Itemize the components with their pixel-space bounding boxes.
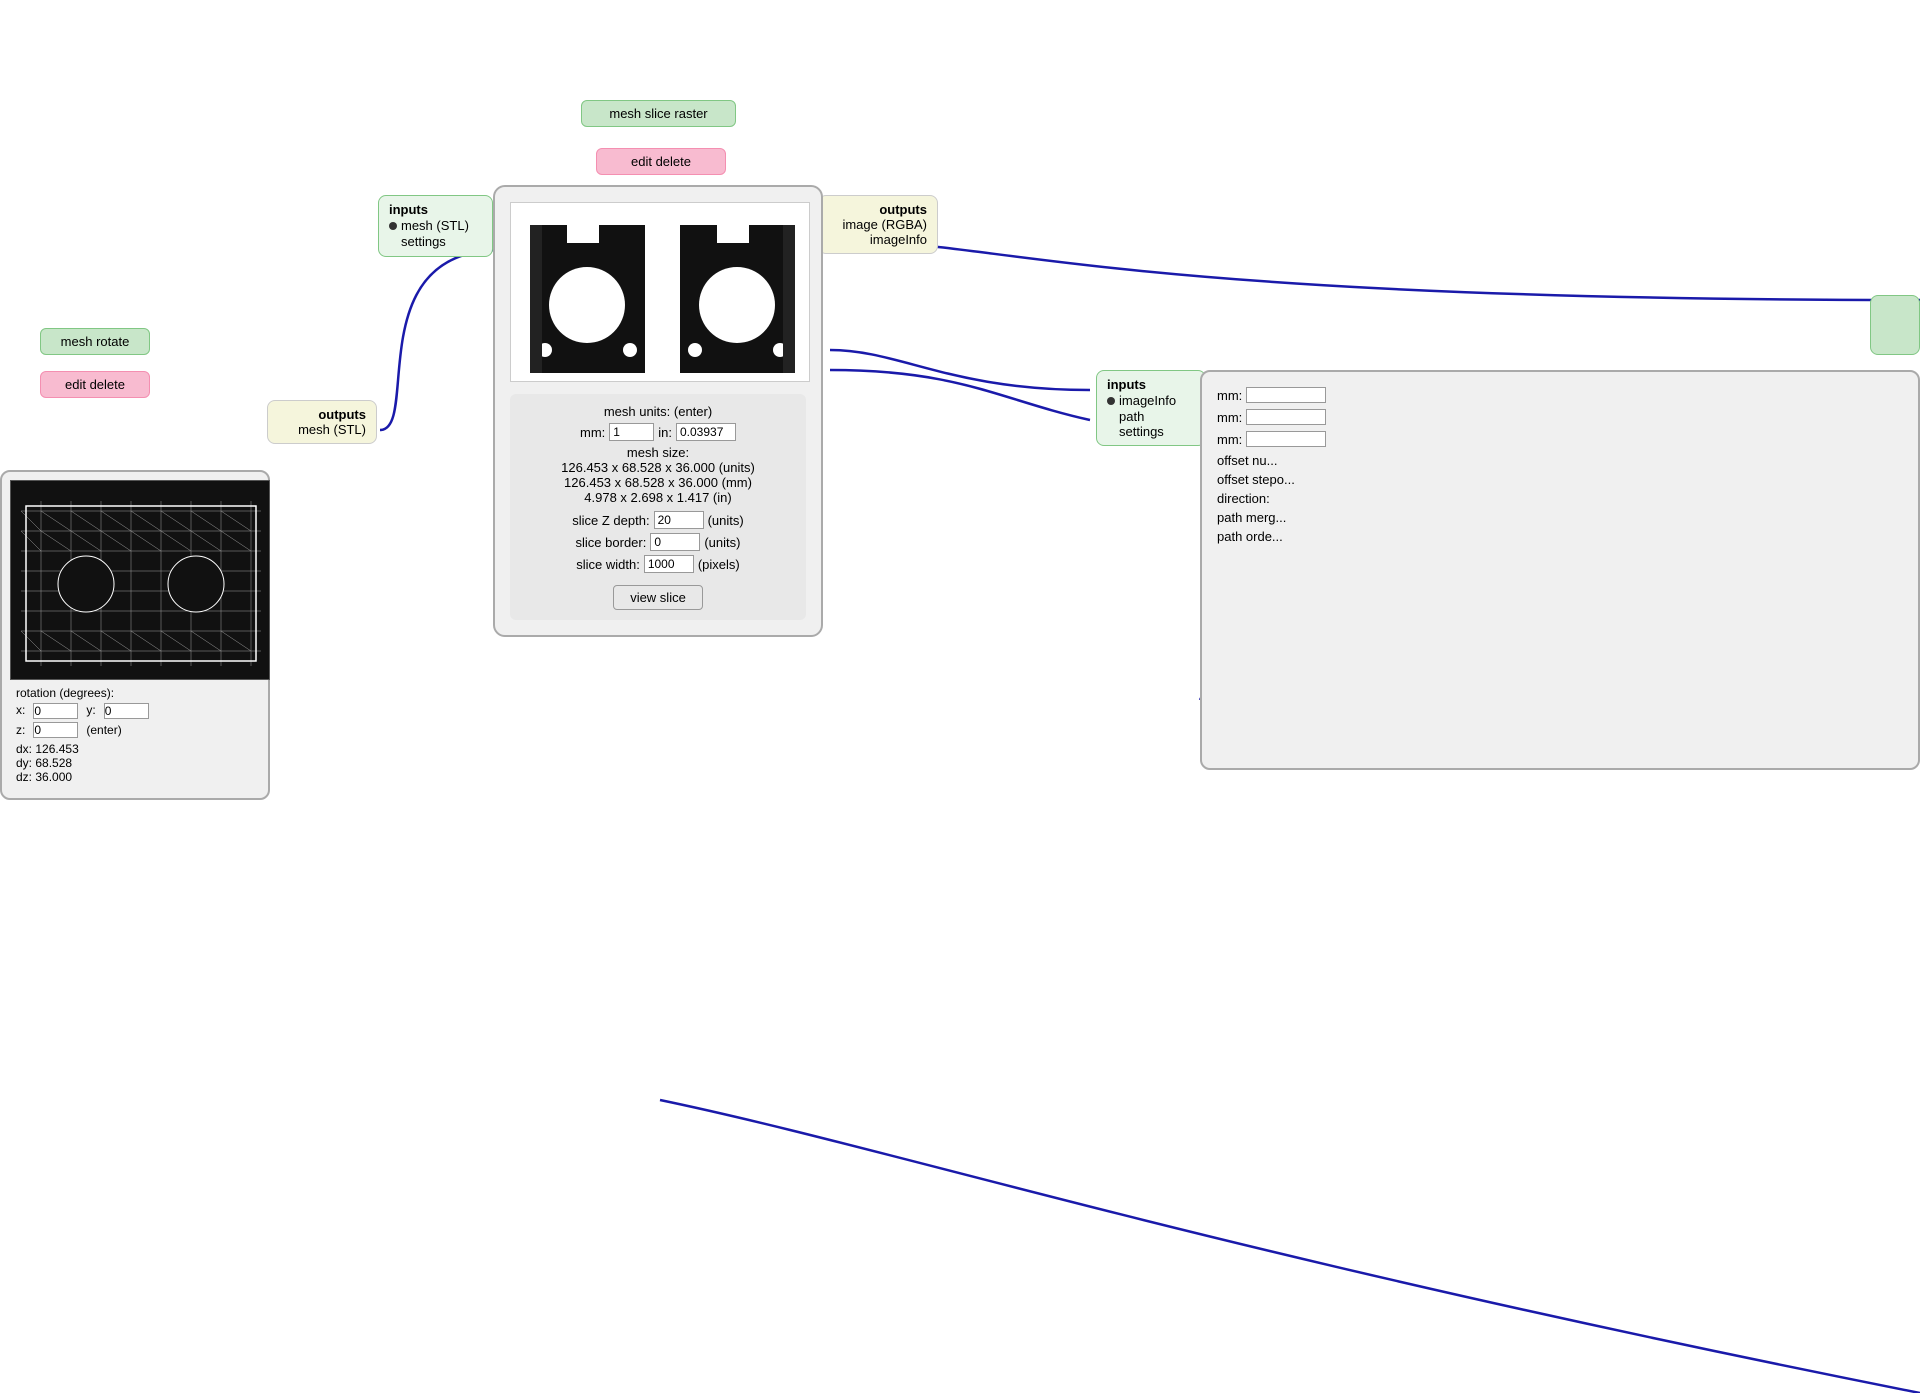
far-right-node-label — [1870, 295, 1920, 355]
mesh-slice-settings: mesh units: (enter) mm: in: mesh size: 1… — [510, 394, 806, 620]
right-inputs-item-1: path — [1119, 409, 1195, 424]
outputs-item-0: image (RGBA) — [829, 217, 927, 232]
connector-dot-mesh — [389, 222, 397, 230]
mesh-slice-raster-inputs: inputs mesh (STL) settings — [378, 195, 493, 257]
path-orde-label: path orde... — [1217, 529, 1556, 544]
inputs-item-1: settings — [401, 234, 446, 249]
x-input[interactable] — [33, 703, 78, 719]
right-inputs-item-2: settings — [1119, 424, 1195, 439]
mm-label: mm: — [580, 425, 605, 440]
slice-width-units: (pixels) — [698, 557, 740, 572]
direction-label: direction: — [1217, 491, 1556, 506]
dz-label: dz: — [16, 770, 32, 784]
dx-label: dx: — [16, 742, 32, 756]
slice-border-label: slice border: — [576, 535, 647, 550]
slice-border-input[interactable] — [650, 533, 700, 551]
outputs-item-1: imageInfo — [829, 232, 927, 247]
right-node: mm: mm: mm: offset nu... offset stepo...… — [1200, 370, 1920, 770]
right-inputs-title: inputs — [1107, 377, 1195, 392]
in-label: in: — [658, 425, 672, 440]
mesh-units-label: mesh units: (enter) — [520, 404, 796, 419]
z-label: z: — [16, 723, 25, 737]
slice-width-label: slice width: — [576, 557, 640, 572]
mm-input[interactable] — [609, 423, 654, 441]
rotation-label: rotation (degrees): — [16, 686, 254, 700]
right-mm-label-0: mm: — [1217, 388, 1242, 403]
x-label: x: — [16, 703, 25, 719]
mesh-rotate-outputs-title: outputs — [278, 407, 366, 422]
mesh-rotate-edit-delete[interactable]: edit delete — [40, 371, 150, 398]
right-connector-dot — [1107, 397, 1115, 405]
dy-label: dy: — [16, 756, 32, 770]
slice-z-depth-label: slice Z depth: — [572, 513, 649, 528]
offset-num-label: offset nu... — [1217, 453, 1556, 468]
slice-z-depth-units: (units) — [708, 513, 744, 528]
mesh-rotate-outputs: outputs mesh (STL) — [267, 400, 377, 444]
enter-label: (enter) — [86, 723, 121, 737]
inputs-title: inputs — [389, 202, 482, 217]
mesh-rotate-settings: rotation (degrees): x: y: z: (enter) dx:… — [10, 680, 260, 790]
y-input[interactable] — [104, 703, 149, 719]
mesh-rotate-outputs-item-0: mesh (STL) — [278, 422, 366, 437]
mesh-slice-raster-label: mesh slice raster — [581, 100, 736, 127]
mesh-rotate-preview — [10, 480, 270, 680]
slice-width-input[interactable] — [644, 555, 694, 573]
mesh-size-label: mesh size: — [520, 445, 796, 460]
mesh-slice-raster-outputs: outputs image (RGBA) imageInfo — [818, 195, 938, 254]
y-label: y: — [86, 703, 95, 719]
in-input[interactable] — [676, 423, 736, 441]
offset-stepo-label: offset stepo... — [1217, 472, 1556, 487]
mesh-size-3: 4.978 x 2.698 x 1.417 (in) — [520, 490, 796, 505]
dx-value: 126.453 — [35, 742, 78, 756]
path-merg-label: path merg... — [1217, 510, 1556, 525]
right-inputs-item-0: imageInfo — [1119, 393, 1176, 408]
right-mm-label-1: mm: — [1217, 410, 1242, 425]
mesh-size-2: 126.453 x 68.528 x 36.000 (mm) — [520, 475, 796, 490]
right-mm-label-2: mm: — [1217, 432, 1242, 447]
slice-border-units: (units) — [704, 535, 740, 550]
mesh-slice-raster-node: mesh units: (enter) mm: in: mesh size: 1… — [493, 185, 823, 637]
view-slice-button[interactable]: view slice — [613, 585, 703, 610]
dz-value: 36.000 — [35, 770, 72, 784]
mesh-slice-raster-edit-delete[interactable]: edit delete — [596, 148, 726, 175]
mesh-rotate-node: rotation (degrees): x: y: z: (enter) dx:… — [0, 470, 270, 800]
inputs-item-0: mesh (STL) — [401, 218, 469, 233]
dy-value: 68.528 — [35, 756, 72, 770]
right-mm-input-0[interactable] — [1246, 387, 1326, 403]
mesh-rotate-label: mesh rotate — [40, 328, 150, 355]
right-mm-input-2[interactable] — [1246, 431, 1326, 447]
z-input[interactable] — [33, 722, 78, 738]
mesh-size-1: 126.453 x 68.528 x 36.000 (units) — [520, 460, 796, 475]
right-node-inputs: inputs imageInfo path settings — [1096, 370, 1206, 446]
mesh-slice-preview — [510, 202, 810, 382]
outputs-title: outputs — [829, 202, 927, 217]
slice-z-depth-input[interactable] — [654, 511, 704, 529]
right-mm-input-1[interactable] — [1246, 409, 1326, 425]
